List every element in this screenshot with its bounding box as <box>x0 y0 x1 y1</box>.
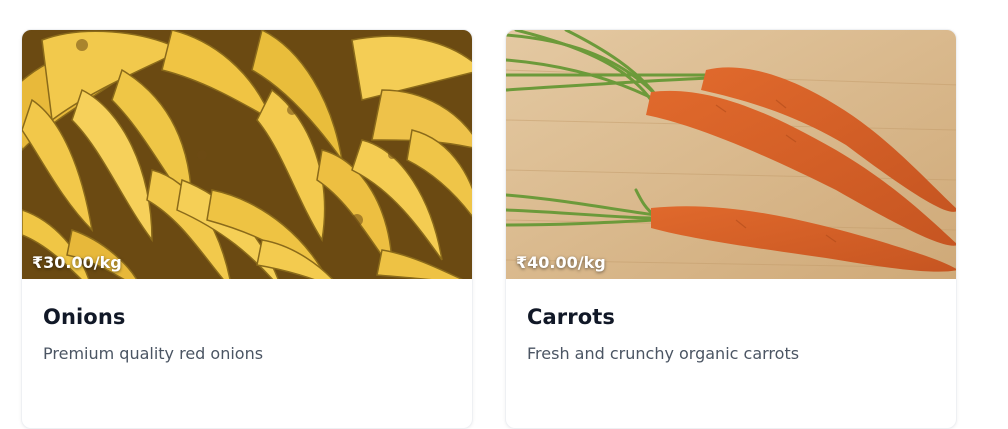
product-title[interactable]: Carrots <box>527 305 935 329</box>
product-card-onions[interactable]: ₹30.00/kg Onions Premium quality red oni… <box>21 29 473 429</box>
price-label: ₹40.00/kg <box>516 253 606 272</box>
product-title[interactable]: Onions <box>43 305 451 329</box>
product-description: Premium quality red onions <box>43 344 264 363</box>
carrots-photo-icon <box>506 30 956 279</box>
product-image[interactable]: ₹40.00/kg <box>506 30 956 279</box>
price-label: ₹30.00/kg <box>32 253 122 272</box>
product-image[interactable]: ₹30.00/kg <box>22 30 472 279</box>
bananas-photo-icon <box>22 30 472 279</box>
product-card-carrots[interactable]: ₹40.00/kg Carrots Fresh and crunchy orga… <box>505 29 957 429</box>
product-grid: ₹30.00/kg Onions Premium quality red oni… <box>21 29 957 429</box>
product-description: Fresh and crunchy organic carrots <box>527 344 800 363</box>
